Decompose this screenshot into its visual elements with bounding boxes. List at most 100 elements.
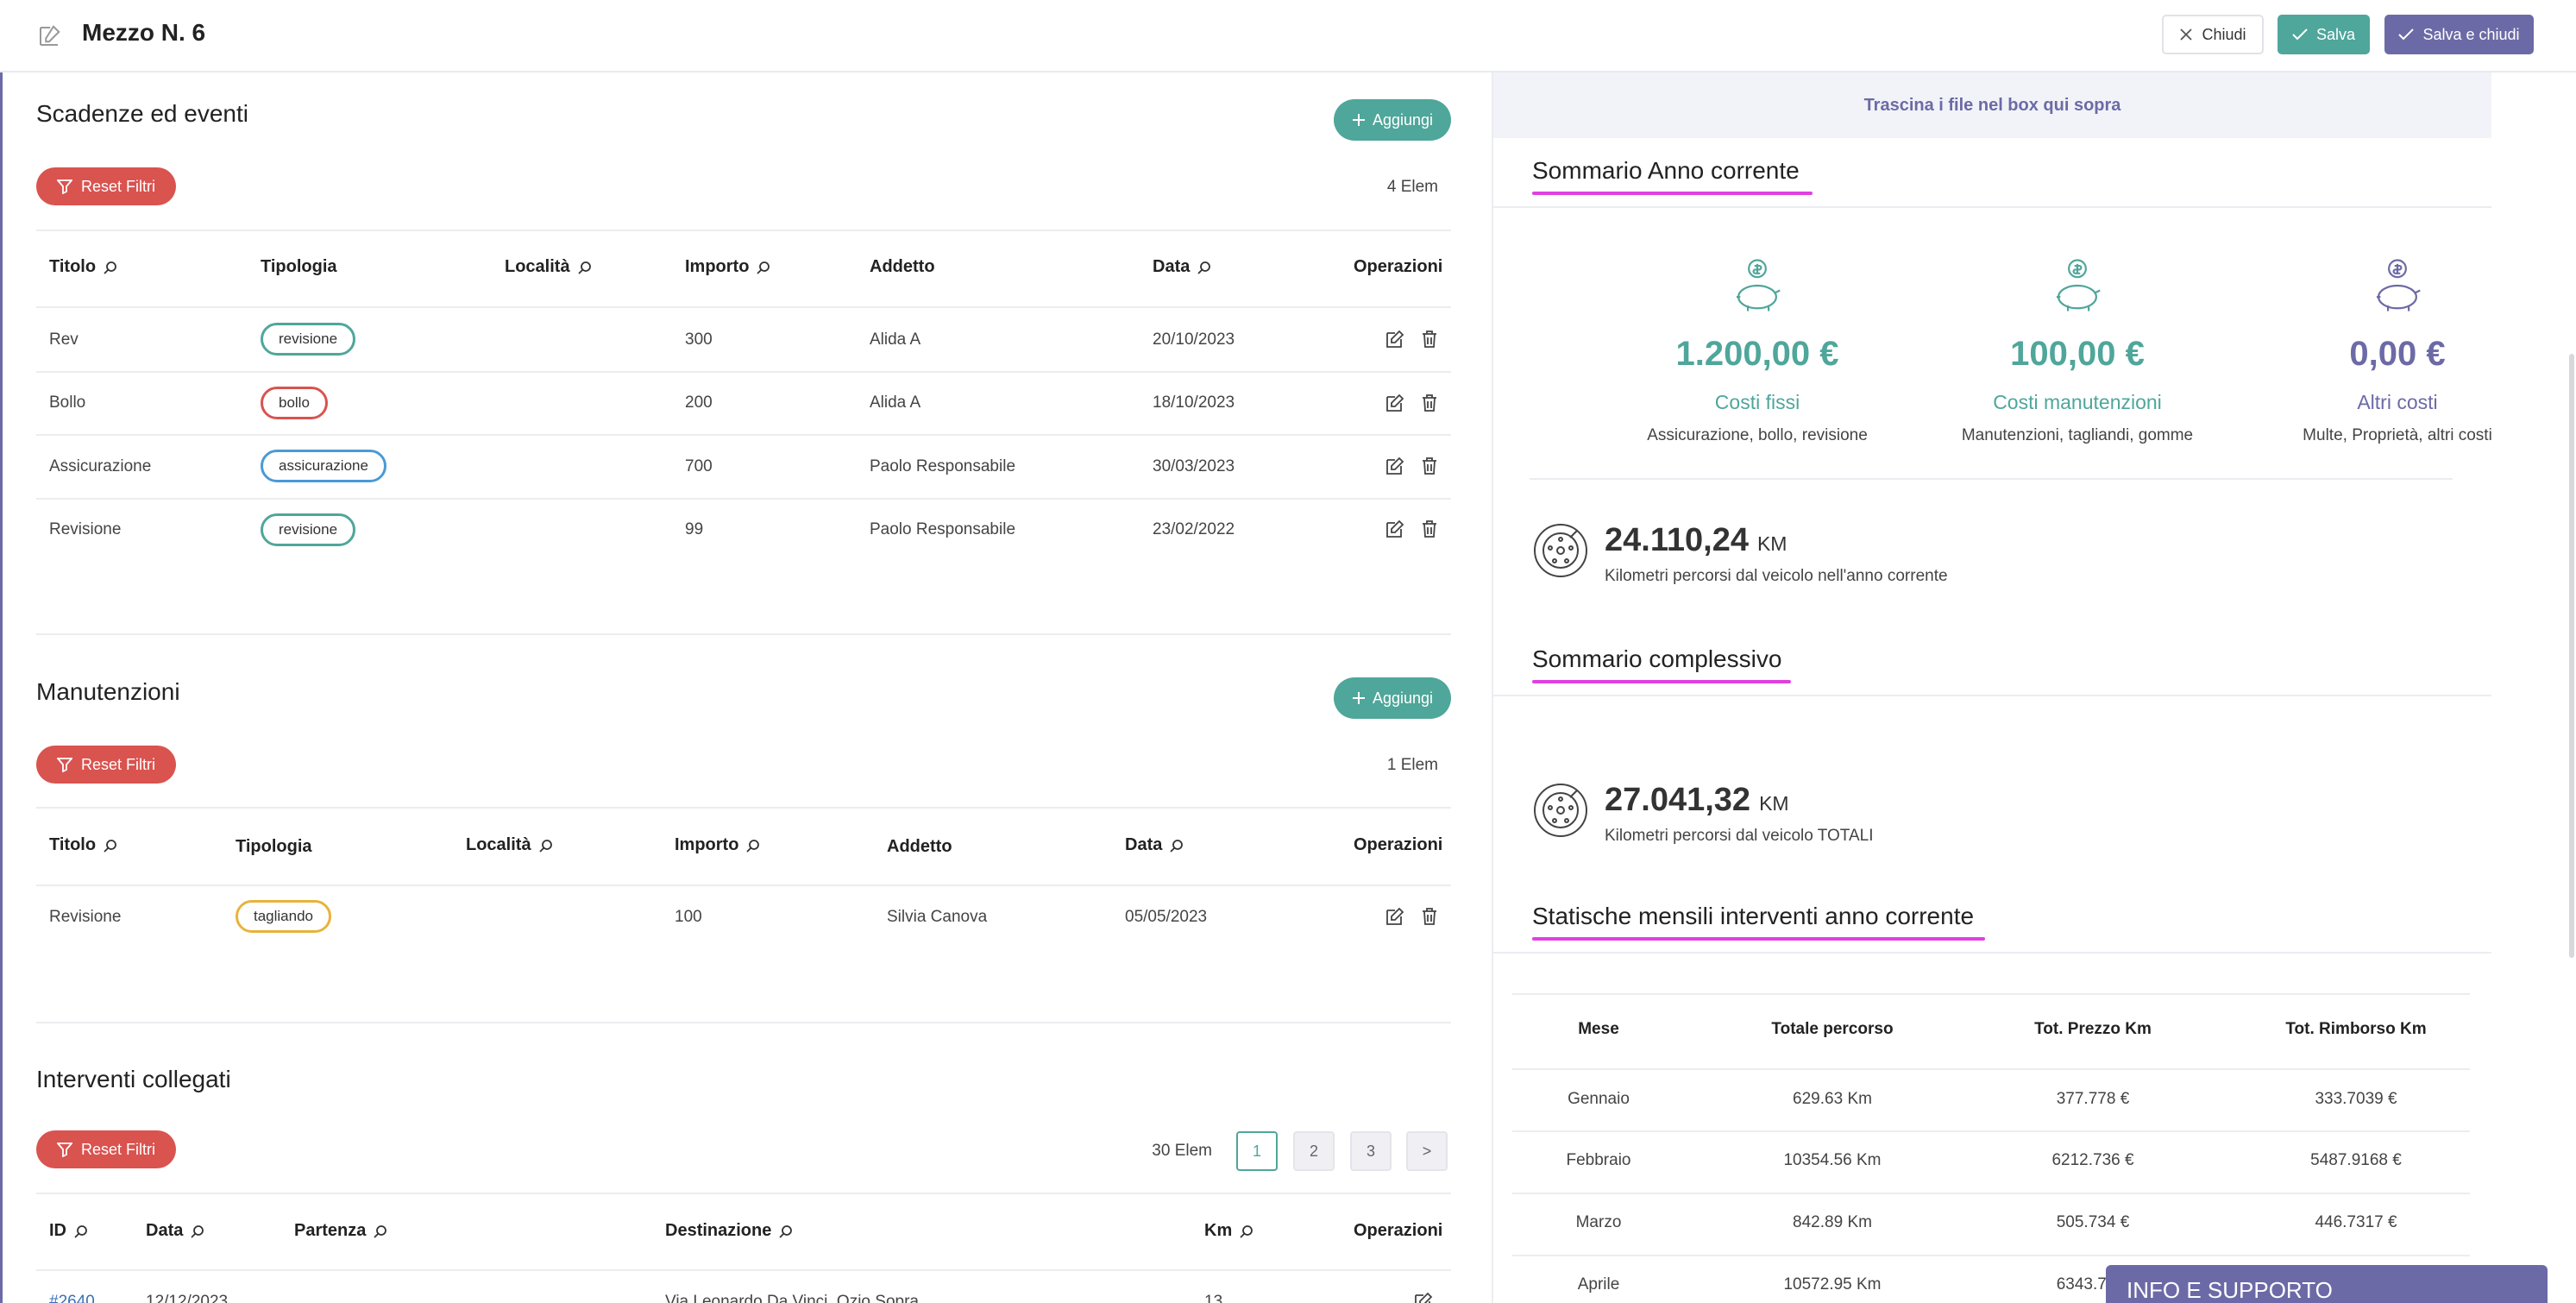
search-icon[interactable] [190,1224,205,1239]
cell-titolo: Assicurazione [49,457,152,475]
cell-importo: 200 [685,393,713,412]
search-icon[interactable] [103,260,118,275]
table-divider [36,371,1451,373]
manutenzioni-add-button[interactable]: Aggiungi [1334,677,1451,719]
edit-icon[interactable] [1385,393,1405,413]
edit-icon[interactable] [1385,456,1405,476]
col-header-localita[interactable]: Località [505,257,593,277]
wheel-icon [1534,784,1587,837]
page-button-2[interactable]: 2 [1293,1131,1335,1171]
cell-data: 18/10/2023 [1153,393,1235,412]
manutenzioni-count: 1 Elem [1386,756,1438,774]
scadenze-reset-filters-button[interactable]: Reset Filtri [36,167,176,205]
page-button-1[interactable]: 1 [1236,1131,1278,1171]
col-header-data[interactable]: Data [1153,257,1212,277]
edit-icon[interactable] [1385,329,1405,349]
scadenze-add-button[interactable]: Aggiungi [1334,99,1451,141]
search-icon[interactable] [1169,838,1184,853]
km-total-description: Kilometri percorsi dal veicolo TOTALI [1605,827,1874,845]
table-divider [1512,993,2470,995]
support-widget-button[interactable]: INFO E SUPPORTO [2106,1265,2548,1303]
interventi-reset-filters-button[interactable]: Reset Filtri [36,1130,176,1168]
left-accent-border [0,72,3,1303]
search-icon[interactable] [73,1224,89,1239]
scadenze-reset-label: Reset Filtri [80,177,155,195]
table-divider [36,884,1451,886]
page-next-button[interactable]: > [1406,1131,1448,1171]
km-total-summary: 27.041,32 KM Kilometri percorsi dal veico… [1532,782,2136,859]
file-dropzone[interactable]: Trascina i file nel box qui sopra [1493,72,2491,138]
search-icon[interactable] [1197,260,1212,275]
search-icon[interactable] [778,1224,794,1239]
title-underline [1532,680,1791,683]
check-icon [2398,28,2415,41]
intervento-id-link[interactable]: #2640 [49,1293,95,1303]
close-button[interactable]: Chiudi [2162,15,2264,54]
type-badge: revisione [261,323,356,356]
filter-icon [56,179,72,194]
plus-icon [1352,692,1365,704]
trash-icon[interactable] [1419,519,1440,539]
col-header-label: Operazioni [1354,1221,1443,1240]
col-header-localita[interactable]: Località [466,835,554,855]
col-header-data[interactable]: Data [146,1221,205,1241]
col-header-data[interactable]: Data [1125,835,1184,855]
col-header-partenza[interactable]: Partenza [294,1221,388,1241]
edit-icon[interactable] [1413,1291,1434,1303]
km-total-value-line: 27.041,32 KM [1605,782,1789,819]
search-icon[interactable] [745,838,761,853]
search-icon[interactable] [756,260,771,275]
summary-year-title: Sommario Anno corrente [1532,157,1800,184]
table-divider [36,807,1451,809]
trash-icon[interactable] [1419,906,1440,927]
trash-icon[interactable] [1419,456,1440,476]
col-header-label: Località [466,835,531,854]
search-icon[interactable] [577,260,593,275]
table-divider [1512,1255,2470,1256]
cell-totale: 629.63 Km [1793,1090,1872,1108]
page-button-3[interactable]: 3 [1350,1131,1392,1171]
col-header-id[interactable]: ID [49,1221,89,1241]
search-icon[interactable] [103,838,118,853]
piggy-bank-icon [1736,259,1781,312]
search-icon[interactable] [1239,1224,1254,1239]
col-header-label: Addetto [887,837,952,856]
interventi-title: Interventi collegati [36,1066,231,1092]
title-underline [1532,192,1813,195]
cell-totale: 842.89 Km [1793,1213,1872,1231]
cell-rimborso: 333.7039 € [2315,1090,2397,1108]
col-header-addetto: Addetto [887,837,952,857]
page-title: Mezzo N. 6 [82,19,206,46]
edit-icon [40,25,60,46]
col-header-titolo[interactable]: Titolo [49,835,118,855]
edit-icon[interactable] [1385,519,1405,539]
stat-subtitle: Manutenzioni, tagliandi, gomme [1961,426,2194,444]
edit-icon[interactable] [1385,906,1405,927]
col-header-destinazione[interactable]: Destinazione [665,1221,794,1241]
col-header-importo[interactable]: Importo [675,835,761,855]
search-icon[interactable] [373,1224,388,1239]
save-and-close-button[interactable]: Salva e chiudi [2384,15,2534,54]
trash-icon[interactable] [1419,393,1440,413]
col-header-importo[interactable]: Importo [685,257,771,277]
scadenze-title: Scadenze ed eventi [36,100,248,127]
stat-subtitle: Multe, Proprietà, altri costi [2303,426,2492,444]
manutenzioni-reset-filters-button[interactable]: Reset Filtri [36,746,176,784]
trash-icon[interactable] [1419,329,1440,349]
monthly-col-totale: Totale percorso [1771,1020,1894,1038]
stat-value: 0,00 € [2349,335,2446,373]
search-icon[interactable] [538,838,554,853]
row-operations [1385,329,1440,349]
col-header-km[interactable]: Km [1204,1221,1254,1241]
col-header-titolo[interactable]: Titolo [49,257,118,277]
save-button[interactable]: Salva [2278,15,2370,54]
col-header-operazioni: Operazioni [1354,1221,1442,1241]
manutenzioni-title: Manutenzioni [36,678,180,705]
cell-mese: Febbraio [1566,1151,1631,1169]
col-header-label: Addetto [870,257,935,276]
cell-mese: Aprile [1577,1275,1620,1294]
top-bar: Mezzo N. 6 Chiudi Salva Salva e chiudi [0,0,2576,72]
km-year-unit: KM [1756,532,1787,555]
type-badge: assicurazione [261,450,386,482]
scrollbar[interactable] [2569,354,2574,958]
